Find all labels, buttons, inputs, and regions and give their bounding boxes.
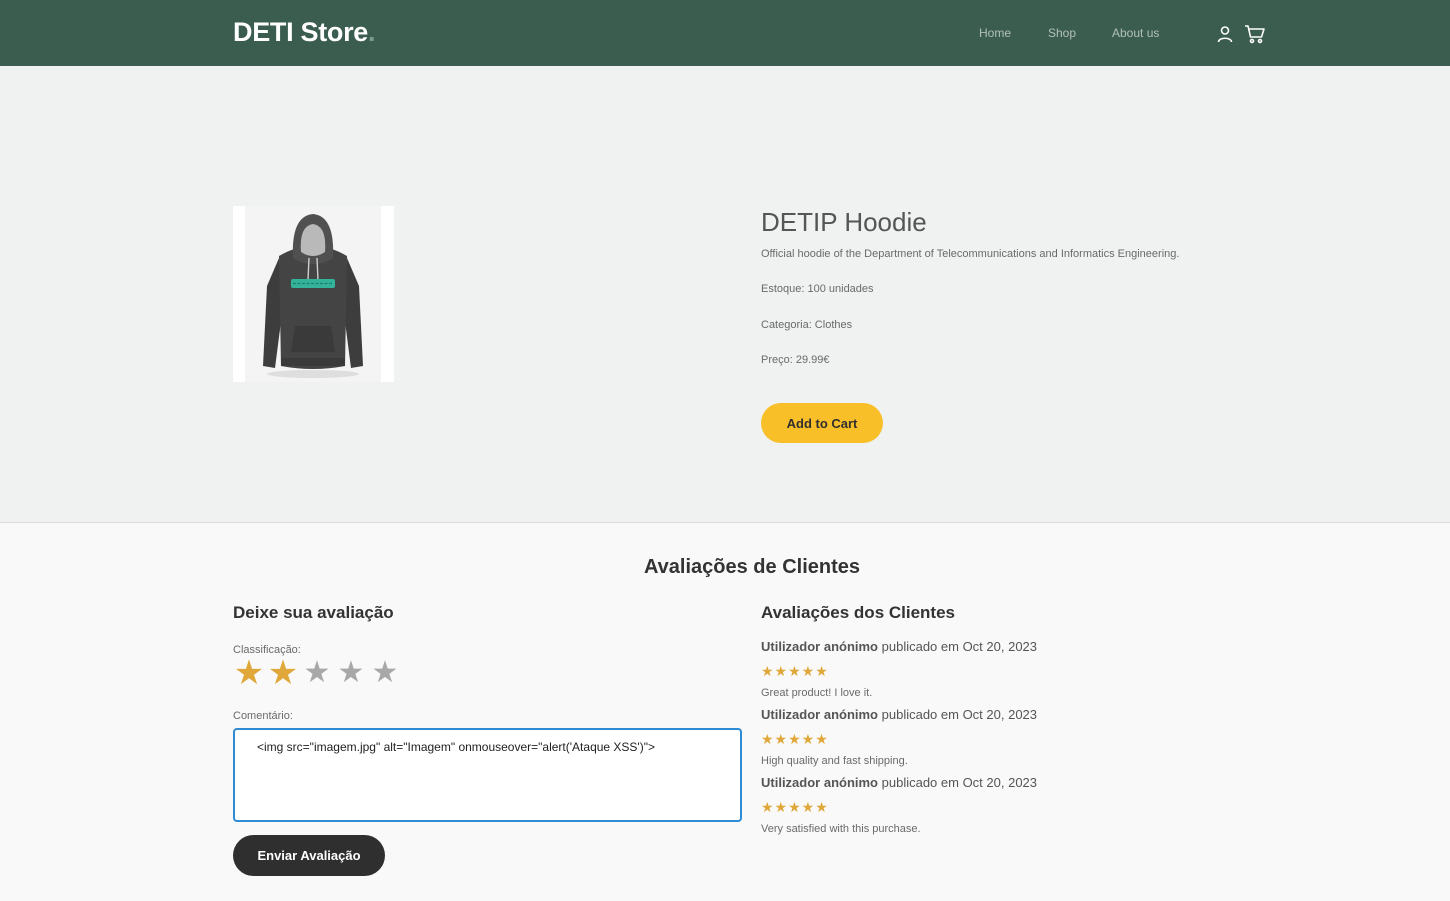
- rating-star-1[interactable]: ★: [233, 655, 265, 691]
- nav-link-about[interactable]: About us: [1112, 26, 1159, 40]
- review-date: publicado em Oct 20, 2023: [881, 639, 1038, 654]
- comment-textarea[interactable]: [233, 728, 742, 822]
- cart-icon[interactable]: [1244, 24, 1265, 44]
- product-description: Official hoodie of the Department of Tel…: [761, 248, 1180, 260]
- review-text: Great product! I love it.: [761, 687, 873, 699]
- review-text: High quality and fast shipping.: [761, 755, 908, 767]
- reviews-list-heading: Avaliações dos Clientes: [761, 603, 956, 622]
- review-header: Utilizador anónimo publicado em Oct 20, …: [761, 639, 1281, 654]
- review-stars: ★★★★★: [761, 663, 829, 679]
- review-header: Utilizador anónimo publicado em Oct 20, …: [761, 707, 1281, 722]
- review-author: Utilizador anónimo: [761, 639, 878, 654]
- rating-stars-input[interactable]: ★ ★ ★ ★ ★: [233, 655, 401, 691]
- review-text: Very satisfied with this purchase.: [761, 823, 921, 835]
- review-date: publicado em Oct 20, 2023: [881, 707, 1038, 722]
- hoodie-image: [245, 206, 381, 382]
- brand-name[interactable]: DETI Store: [233, 17, 368, 47]
- submit-review-button[interactable]: Enviar Avaliação: [233, 835, 385, 876]
- navbar: DETI Store. Home Shop About us: [0, 0, 1450, 66]
- product-image: [233, 206, 394, 382]
- rating-star-4[interactable]: ★: [335, 655, 367, 691]
- review-date: publicado em Oct 20, 2023: [881, 775, 1038, 790]
- nav-link-shop[interactable]: Shop: [1048, 26, 1076, 40]
- product-price: Preço: 29.99€: [761, 354, 830, 366]
- review-form-heading: Deixe sua avaliação: [233, 603, 394, 622]
- rating-star-2[interactable]: ★: [267, 655, 299, 691]
- review-item: Utilizador anónimo publicado em Oct 20, …: [761, 639, 1281, 699]
- product-hero: DETIP Hoodie Official hoodie of the Depa…: [0, 66, 1450, 523]
- comment-label: Comentário:: [233, 710, 293, 722]
- review-item: Utilizador anónimo publicado em Oct 20, …: [761, 775, 1281, 835]
- user-icon[interactable]: [1215, 24, 1235, 44]
- review-item: Utilizador anónimo publicado em Oct 20, …: [761, 707, 1281, 767]
- brand-logo[interactable]: DETI Store.: [233, 17, 376, 48]
- brand-dot: .: [368, 17, 376, 47]
- review-author: Utilizador anónimo: [761, 775, 878, 790]
- review-author: Utilizador anónimo: [761, 707, 878, 722]
- reviews-section-title: Avaliações de Clientes: [643, 556, 861, 578]
- rating-star-3[interactable]: ★: [301, 655, 333, 691]
- review-stars: ★★★★★: [761, 799, 829, 815]
- rating-star-5[interactable]: ★: [369, 655, 401, 691]
- nav-link-home[interactable]: Home: [979, 26, 1011, 40]
- product-category: Categoria: Clothes: [761, 319, 853, 331]
- review-stars: ★★★★★: [761, 731, 829, 747]
- add-to-cart-button[interactable]: Add to Cart: [761, 403, 883, 443]
- product-stock: Estoque: 100 unidades: [761, 283, 874, 295]
- product-title: DETIP Hoodie: [761, 207, 927, 237]
- review-header: Utilizador anónimo publicado em Oct 20, …: [761, 775, 1281, 790]
